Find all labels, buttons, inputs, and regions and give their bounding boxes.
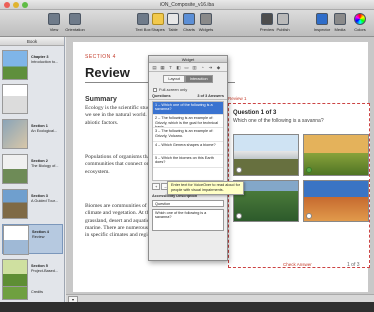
answer-radio-selected[interactable]	[306, 167, 312, 173]
sidebar-item-credits[interactable]: Credits	[2, 286, 63, 300]
page-thumbnail	[2, 286, 28, 300]
answer-radio[interactable]	[236, 213, 242, 219]
sidebar-item-label: Section 4 Review	[32, 230, 49, 239]
list-item[interactable]: 5 – Which the biomes on this Earth does?	[153, 155, 223, 168]
widget-inspector: Widget ▤ ▦ T ◧ ▭ ▥ ◔ ➜ ◆ Layout Interact…	[148, 55, 228, 261]
question-nav: 1 of 3	[347, 262, 360, 268]
sidebar-item-chapter-3[interactable]: Chapter 3 Introduction to...	[2, 50, 63, 80]
questions-count: 3 of 3 Answers	[197, 94, 224, 98]
answer-radio[interactable]	[236, 167, 242, 173]
publish-label: Publish	[276, 27, 290, 32]
toolbar: View Orientation Text Box Shapes Table C…	[0, 10, 374, 37]
answer-image-desert[interactable]	[303, 180, 369, 222]
review-widget-label: Review 1	[228, 96, 247, 101]
full-screen-only-checkbox[interactable]: Full-screen only	[149, 86, 227, 93]
page-thumbnail	[2, 119, 28, 149]
colors-button[interactable]: Colors	[348, 13, 372, 32]
question-text: Which one of the following is a savanna?	[233, 118, 324, 124]
publish-icon	[277, 13, 289, 25]
tab-layout[interactable]: Layout	[163, 75, 185, 83]
orientation-button[interactable]: Orientation	[63, 13, 87, 32]
orientation-icon	[69, 13, 81, 25]
widgets-icon	[200, 13, 212, 25]
widgets-label: Widgets	[198, 27, 214, 32]
questions-list: 1 – Which one of the following is a sava…	[152, 101, 224, 181]
orientation-label: Orientation	[65, 27, 85, 32]
questions-header: Questions 3 of 3 Answers	[149, 93, 227, 100]
answer-image-mountains[interactable]	[233, 134, 299, 176]
page-thumbnail	[2, 189, 28, 219]
colors-label: Colors	[354, 27, 366, 32]
view-icon	[48, 13, 60, 25]
sidebar-item-section-1[interactable]: Section 1 An Ecological...	[2, 119, 63, 149]
list-item[interactable]: 3 – The following is an example of: Griz…	[153, 128, 223, 142]
list-item[interactable]: 1 – Which one of the following is a sava…	[153, 102, 223, 116]
inspector-title: Widget	[149, 56, 227, 63]
checkbox-label: Full-screen only	[159, 87, 188, 92]
sidebar-item-section-4[interactable]: Section 4 Review	[2, 224, 63, 255]
sidebar-item-label: Credits	[31, 290, 44, 294]
graphic-inspector-icon[interactable]: ◧	[175, 65, 182, 70]
list-item[interactable]: 2 – The following is an example of: Griz…	[153, 115, 223, 129]
window-title: iON_Composite_v16.iba	[159, 2, 215, 8]
layout-inspector-icon[interactable]: ▦	[159, 65, 166, 70]
sidebar-item-label: Section 3A Guided Tour...	[31, 194, 58, 203]
page-thumbnail	[3, 225, 29, 255]
sidebar-item-section-3[interactable]: Section 3A Guided Tour...	[2, 189, 63, 219]
sidebar-item-intro[interactable]	[2, 84, 63, 114]
document-inspector-icon[interactable]: ▤	[151, 65, 158, 70]
sidebar-item-label: Chapter 3 Introduction to...	[31, 55, 59, 64]
voiceover-tooltip: Enter text for VoiceOver to read aloud f…	[167, 181, 244, 195]
app-window: iON_Composite_v16.iba View Orientation T…	[0, 0, 374, 312]
widget-inspector-icon[interactable]: ◆	[215, 65, 222, 70]
list-item[interactable]: 4 – Which Genera shapes a biome?	[153, 142, 223, 155]
inspector-segment: Layout Interaction	[149, 75, 227, 83]
checkbox-box[interactable]	[153, 88, 157, 92]
metrics-inspector-icon[interactable]: ▭	[183, 65, 190, 70]
add-question-button[interactable]: +	[152, 183, 161, 190]
publish-button[interactable]: Publish	[271, 13, 295, 32]
summary-heading[interactable]: Summary	[85, 96, 117, 103]
media-icon	[334, 13, 346, 25]
widgets-button[interactable]: Widgets	[194, 13, 218, 32]
sidebar-item-section-5[interactable]: Section 5 Project-Based...	[2, 259, 63, 289]
sidebar-header: Book	[0, 37, 64, 46]
answer-radio[interactable]	[306, 213, 312, 219]
page-thumbnail	[2, 84, 28, 114]
review-widget[interactable]: Question 1 of 3 Which one of the followi…	[228, 103, 370, 268]
dock-bar	[0, 302, 374, 312]
check-answer-button[interactable]: Check Answer	[283, 262, 312, 267]
page-thumbnail	[2, 259, 28, 289]
link-inspector-icon[interactable]: ➜	[207, 65, 214, 70]
title-bar: iON_Composite_v16.iba	[0, 0, 374, 10]
book-sidebar: Book Chapter 3 Introduction to... Section…	[0, 37, 65, 302]
sidebar-item-label: Section 5 Project-Based...	[31, 264, 59, 273]
status-bar: ▾	[66, 294, 374, 303]
colors-icon	[354, 13, 366, 25]
answer-image-savanna[interactable]	[303, 134, 369, 176]
section-label: SECTION 4	[85, 54, 116, 60]
sidebar-item-section-2[interactable]: Section 2 The Biology of...	[2, 154, 63, 184]
chapter-thumbnail	[2, 50, 28, 80]
sidebar-item-label: Section 1 An Ecological...	[31, 124, 58, 133]
questions-label: Questions	[152, 94, 171, 98]
page-title[interactable]: Review	[85, 65, 130, 80]
accessibility-description-field[interactable]: Which one of the following is a savanna?	[152, 209, 224, 231]
sidebar-item-label: Section 2 The Biology of...	[31, 159, 59, 168]
chart-inspector-icon[interactable]: ◔	[199, 65, 206, 70]
text-inspector-icon[interactable]: T	[167, 65, 174, 70]
page-thumbnail	[2, 154, 28, 184]
tab-interaction[interactable]: Interaction	[184, 75, 213, 83]
inspector-icon	[316, 13, 328, 25]
accessibility-select[interactable]: Question	[152, 200, 224, 207]
question-number: Question 1 of 3	[233, 110, 277, 116]
table-inspector-icon[interactable]: ▥	[191, 65, 198, 70]
inspector-tabs: ▤ ▦ T ◧ ▭ ▥ ◔ ➜ ◆	[149, 63, 227, 72]
